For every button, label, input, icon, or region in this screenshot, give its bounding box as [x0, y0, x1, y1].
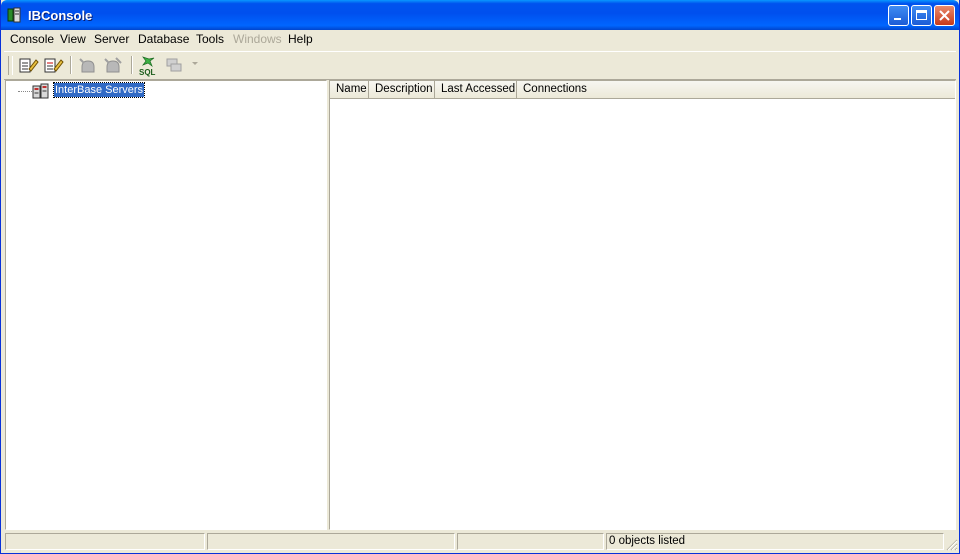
maximize-button[interactable] — [911, 5, 932, 26]
tree-connector-line — [18, 91, 32, 92]
menu-database[interactable]: Database — [138, 32, 189, 47]
main-window: IBConsole Console View Server Database T… — [0, 0, 960, 554]
column-header-description[interactable]: Description — [369, 81, 435, 98]
window-title: IBConsole — [28, 8, 93, 23]
sql-icon: SQL — [139, 56, 156, 77]
status-pane-2 — [207, 533, 455, 550]
disconnect-button[interactable] — [102, 55, 124, 77]
maximize-icon — [916, 10, 927, 20]
toolbar-separator — [131, 56, 133, 74]
disconnect-icon — [104, 57, 122, 73]
title-bar[interactable]: IBConsole — [1, 0, 959, 30]
toolbar: SQL — [4, 51, 956, 80]
app-icon — [7, 7, 21, 23]
sql-label: SQL — [139, 68, 156, 77]
toolbar-separator — [70, 56, 72, 74]
minimize-button[interactable] — [888, 5, 909, 26]
register-server-button[interactable] — [17, 55, 39, 77]
menu-bar: Console View Server Database Tools Windo… — [4, 30, 958, 49]
windows-list-button[interactable] — [164, 55, 186, 77]
menu-view[interactable]: View — [60, 32, 86, 47]
menu-console[interactable]: Console — [10, 32, 54, 47]
object-list[interactable]: Name Description Last Accessed Connectio… — [329, 80, 956, 530]
column-header-connections[interactable]: Connections — [517, 81, 955, 98]
menu-help[interactable]: Help — [288, 32, 313, 47]
server-tree[interactable]: InterBase Servers — [5, 80, 327, 530]
list-header: Name Description Last Accessed Connectio… — [330, 81, 955, 99]
minimize-icon — [894, 18, 901, 20]
register-server-icon — [19, 58, 39, 73]
resize-grip-icon[interactable] — [944, 537, 958, 551]
tree-node-interbase-servers[interactable]: InterBase Servers — [52, 82, 146, 98]
column-header-name[interactable]: Name — [330, 81, 369, 98]
menu-server[interactable]: Server — [94, 32, 129, 47]
unregister-server-icon — [44, 58, 64, 73]
status-bar: 0 objects listed — [4, 532, 958, 551]
menu-windows[interactable]: Windows — [233, 32, 282, 47]
windows-list-icon — [166, 58, 182, 72]
servers-icon — [32, 83, 49, 99]
close-icon — [939, 10, 950, 21]
menu-tools[interactable]: Tools — [196, 32, 224, 47]
column-header-last-accessed[interactable]: Last Accessed — [435, 81, 517, 98]
chevron-down-icon[interactable] — [192, 62, 198, 65]
interactive-sql-button[interactable]: SQL — [137, 55, 159, 77]
toolbar-grip[interactable] — [8, 56, 13, 75]
connect-button[interactable] — [77, 55, 99, 77]
close-button[interactable] — [934, 5, 955, 26]
status-objects-count: 0 objects listed — [606, 533, 944, 550]
unregister-server-button[interactable] — [42, 55, 64, 77]
connect-icon — [79, 58, 95, 73]
status-pane-3 — [457, 533, 604, 550]
status-pane-1 — [5, 533, 205, 550]
